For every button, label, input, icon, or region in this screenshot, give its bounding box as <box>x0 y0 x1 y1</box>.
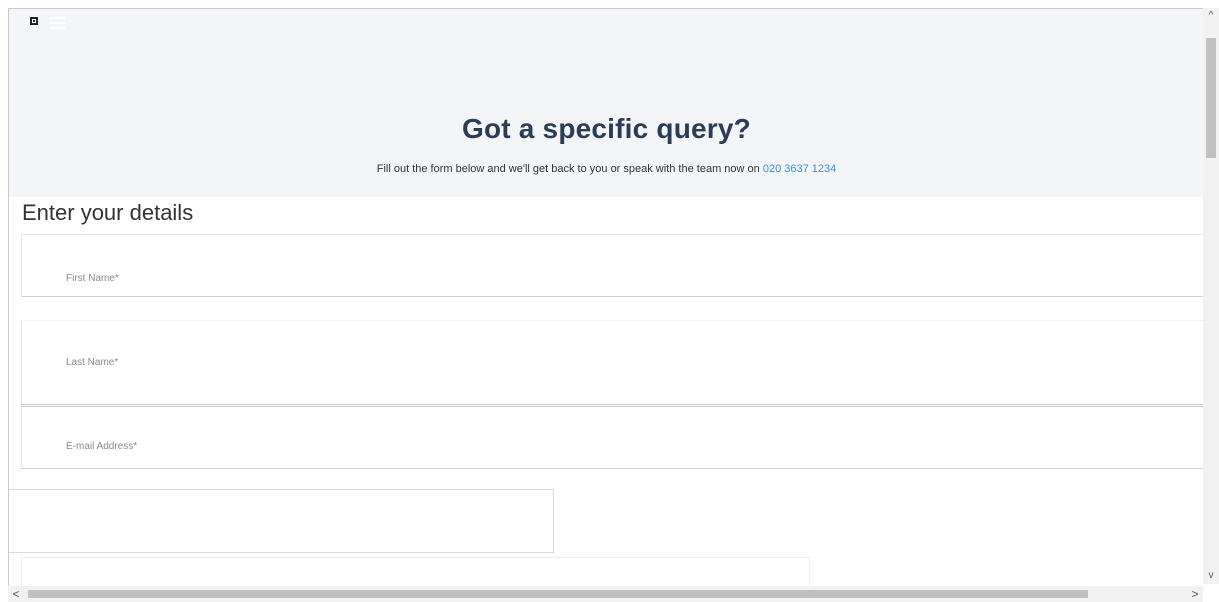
details-heading: Enter your details <box>22 200 194 225</box>
scroll-down-icon[interactable]: v <box>1203 568 1219 584</box>
first-name-field[interactable]: First Name* <box>21 234 1205 297</box>
additional-field[interactable] <box>9 489 554 553</box>
page-subtitle: Fill out the form below and we'll get ba… <box>9 163 1204 175</box>
subtitle-text: Fill out the form below and we'll get ba… <box>376 163 763 175</box>
last-name-field[interactable]: Last Name* <box>21 320 1205 405</box>
last-name-placeholder: Last Name* <box>66 357 119 368</box>
email-placeholder: E-mail Address* <box>66 441 138 452</box>
menu-icon[interactable] <box>49 17 65 29</box>
first-name-placeholder: First Name* <box>66 273 119 284</box>
hero-section: Got a specific query? Fill out the form … <box>9 9 1204 197</box>
browser-viewport: Got a specific query? Fill out the form … <box>8 8 1219 602</box>
page-title: Got a specific query? <box>462 113 751 144</box>
phone-link[interactable]: 020 3637 1234 <box>763 163 836 175</box>
scroll-up-icon[interactable]: ^ <box>1203 8 1219 24</box>
scroll-left-icon[interactable]: < <box>8 586 24 602</box>
scroll-right-icon[interactable]: > <box>1187 586 1203 602</box>
email-field[interactable]: E-mail Address* <box>21 406 1205 469</box>
vertical-scroll-thumb[interactable] <box>1206 38 1216 158</box>
horizontal-scrollbar[interactable]: < > <box>8 586 1203 602</box>
vertical-scrollbar[interactable]: ^ v <box>1203 8 1219 584</box>
horizontal-scroll-thumb[interactable] <box>28 590 1088 598</box>
logo-icon[interactable] <box>30 17 38 25</box>
